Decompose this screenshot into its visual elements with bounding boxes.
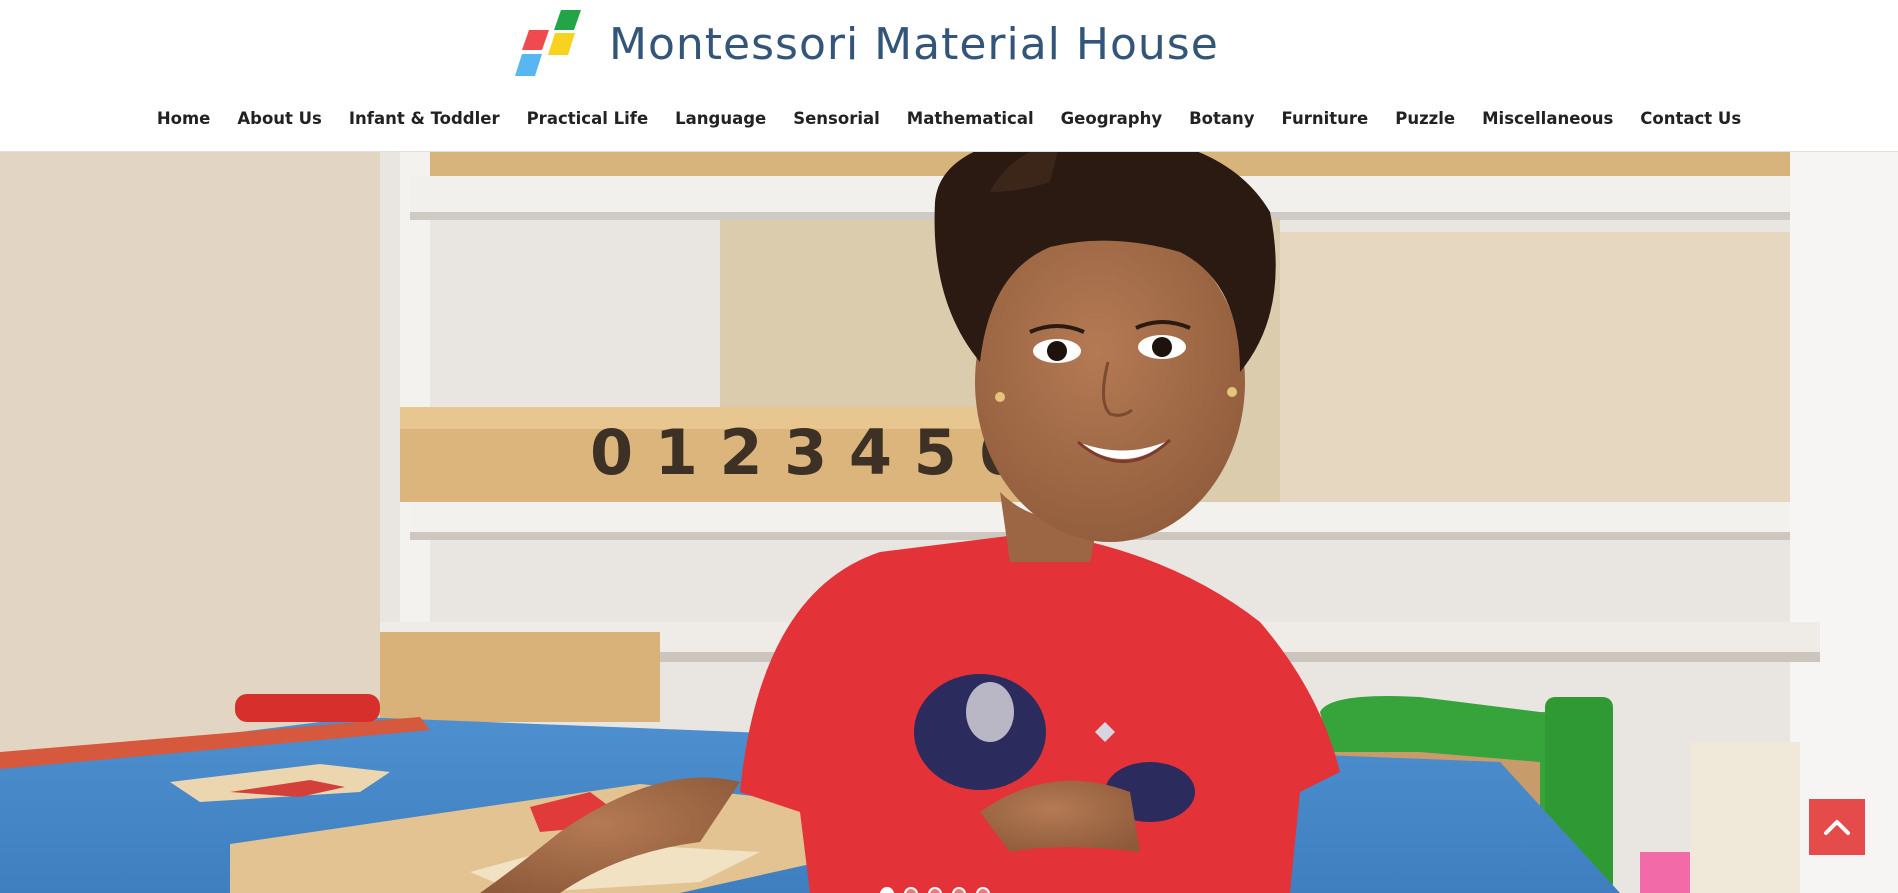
slider-dot-3[interactable] <box>928 887 942 893</box>
scroll-to-top-button[interactable] <box>1809 799 1865 855</box>
nav-about-us[interactable]: About Us <box>224 109 336 128</box>
brand[interactable]: Montessori Material House <box>515 8 1219 80</box>
slider-dot-1[interactable] <box>880 887 894 893</box>
hero-photo: 0 1 2 3 4 5 6 7 <box>0 152 1898 893</box>
nav-contact-us[interactable]: Contact Us <box>1627 109 1755 128</box>
nav-language[interactable]: Language <box>662 109 780 128</box>
chevron-up-icon <box>1824 820 1850 835</box>
nav-infant-toddler[interactable]: Infant & Toddler <box>335 109 513 128</box>
brand-name: Montessori Material House <box>609 18 1219 70</box>
slider-dots <box>880 887 990 893</box>
nav-puzzle[interactable]: Puzzle <box>1382 109 1469 128</box>
slider-dot-4[interactable] <box>952 887 966 893</box>
nav-mathematical[interactable]: Mathematical <box>893 109 1047 128</box>
site-header: Montessori Material House Home About Us … <box>0 0 1898 152</box>
nav-sensorial[interactable]: Sensorial <box>780 109 894 128</box>
nav-botany[interactable]: Botany <box>1176 109 1268 128</box>
nav-geography[interactable]: Geography <box>1047 109 1175 128</box>
nav-practical-life[interactable]: Practical Life <box>513 109 662 128</box>
nav-home[interactable]: Home <box>143 109 224 128</box>
slider-dot-5[interactable] <box>976 887 990 893</box>
nav-miscellaneous[interactable]: Miscellaneous <box>1469 109 1627 128</box>
nav-furniture[interactable]: Furniture <box>1268 109 1382 128</box>
slider-dot-2[interactable] <box>904 887 918 893</box>
colored-parallelogram-logo-icon <box>515 10 581 76</box>
hero-slider[interactable]: 0 1 2 3 4 5 6 7 <box>0 152 1898 893</box>
main-nav: Home About Us Infant & Toddler Practical… <box>0 100 1898 136</box>
